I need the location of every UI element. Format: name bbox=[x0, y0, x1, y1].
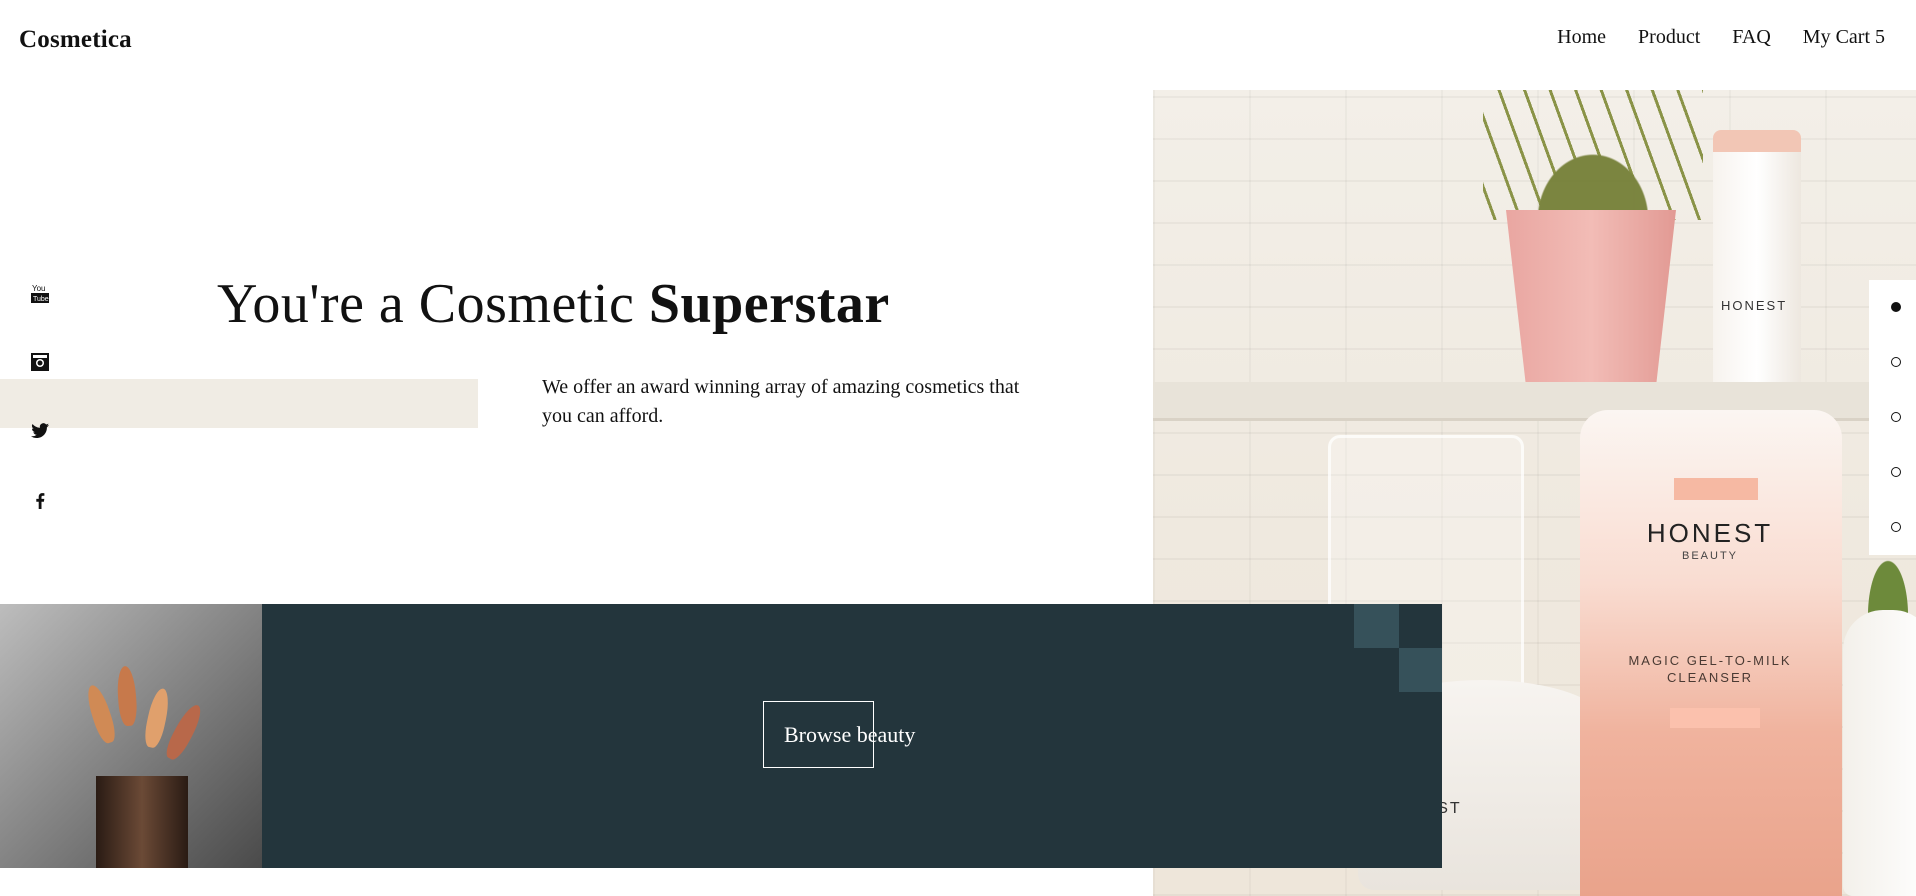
hero-title-regular: You're a Cosmetic bbox=[217, 273, 649, 335]
hero-title: You're a Cosmetic Superstar bbox=[217, 272, 890, 336]
main-nav: Home Product FAQ My Cart 5 bbox=[1557, 26, 1885, 49]
slider-dot-3[interactable] bbox=[1891, 412, 1901, 422]
slider-dot-4[interactable] bbox=[1891, 467, 1901, 477]
makeup-brushes-image bbox=[0, 604, 262, 868]
decor-square-2 bbox=[1399, 648, 1442, 692]
tube-name-line2: CLEANSER bbox=[1666, 670, 1754, 685]
youtube-icon[interactable]: You Tube bbox=[29, 282, 51, 304]
brand-logo[interactable]: Cosmetica bbox=[19, 26, 132, 54]
white-vase-image bbox=[1843, 610, 1916, 896]
beige-accent-band bbox=[0, 379, 478, 428]
nav-faq[interactable]: FAQ bbox=[1732, 26, 1771, 49]
decor-square-1 bbox=[1354, 604, 1399, 648]
brush-head-1 bbox=[83, 682, 119, 746]
brush-head-2 bbox=[115, 665, 139, 727]
svg-text:Tube: Tube bbox=[33, 296, 49, 303]
pink-pot-image bbox=[1506, 210, 1676, 390]
tube-tag bbox=[1674, 478, 1758, 500]
slider-dot-5[interactable] bbox=[1891, 522, 1901, 532]
instagram-icon[interactable] bbox=[29, 351, 51, 373]
tube-bottom-tag bbox=[1670, 708, 1760, 728]
browse-beauty-button[interactable]: Browse beauty bbox=[784, 722, 915, 748]
skin-stick-cap bbox=[1713, 130, 1801, 152]
tube-name-line1: MAGIC GEL-TO-MILK bbox=[1628, 653, 1792, 668]
hero-description: We offer an award winning array of amazi… bbox=[542, 376, 1020, 427]
tube-name: MAGIC GEL-TO-MILK CLEANSER bbox=[1620, 652, 1800, 686]
nav-cart[interactable]: My Cart 5 bbox=[1803, 26, 1885, 49]
twitter-icon[interactable] bbox=[29, 420, 51, 442]
nav-product[interactable]: Product bbox=[1638, 26, 1700, 49]
brush-head-4 bbox=[161, 701, 207, 763]
nav-home[interactable]: Home bbox=[1557, 26, 1606, 49]
slider-dot-1[interactable] bbox=[1891, 302, 1901, 312]
tube-brand: HONEST bbox=[1646, 518, 1774, 548]
brush-head-3 bbox=[141, 686, 173, 750]
svg-text:You: You bbox=[32, 284, 46, 293]
brush-cup bbox=[96, 776, 188, 868]
slider-dots bbox=[1869, 280, 1916, 555]
hero-title-bold: Superstar bbox=[648, 273, 890, 335]
facebook-icon[interactable] bbox=[29, 489, 51, 511]
skin-stick-label: HONEST bbox=[1721, 298, 1788, 313]
plant-image bbox=[1483, 90, 1703, 220]
browse-band: Browse beauty bbox=[0, 604, 1442, 868]
tube-sub: BEAUTY bbox=[1681, 550, 1738, 562]
slider-dot-2[interactable] bbox=[1891, 357, 1901, 367]
skin-stick-image bbox=[1713, 130, 1801, 390]
